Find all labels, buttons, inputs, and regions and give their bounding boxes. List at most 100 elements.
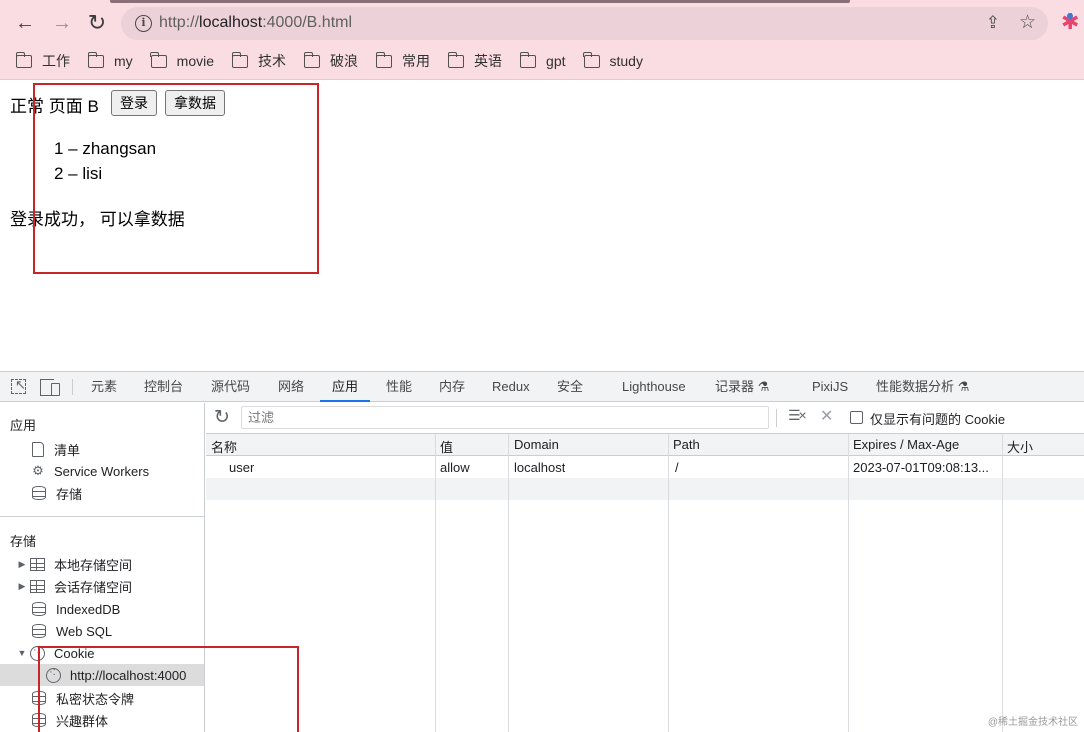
document-icon (32, 441, 44, 457)
only-issues-checkbox[interactable] (850, 411, 863, 424)
tab-indicator (110, 0, 850, 3)
tab-performance-insights[interactable]: 性能数据分析 ⚗ (876, 372, 969, 402)
bookmarks-bar: 工作 my movie 技术 破浪 常用 英语 gpt study (15, 51, 661, 71)
column-header-value[interactable]: 值 (440, 437, 453, 456)
column-header-name[interactable]: 名称 (211, 437, 237, 456)
sidebar-item-local-storage[interactable]: ▶ 本地存储空间 (16, 553, 132, 575)
sidebar-item-label: Service Workers (54, 463, 150, 479)
folder-icon (375, 51, 393, 68)
tab-lighthouse[interactable]: Lighthouse (622, 372, 686, 402)
bookmark-folder[interactable]: 工作 (15, 51, 70, 71)
column-divider[interactable] (1002, 434, 1003, 732)
sidebar-item-label: 存储 (56, 486, 83, 502)
bookmark-folder[interactable]: study (583, 51, 643, 69)
devtools-tab-bar: 元素 控制台 源代码 网络 应用 性能 内存 Redux 安全 Lighthou… (0, 372, 1084, 402)
reload-button[interactable]: ↻ (84, 10, 110, 36)
annotation-box (33, 83, 319, 274)
bookmark-folder[interactable]: gpt (519, 51, 566, 69)
tab-network[interactable]: 网络 (278, 372, 304, 402)
cookie-table: 名称 值 Domain Path Expires / Max-Age 大小 us… (206, 434, 1084, 732)
sidebar-item-session-storage[interactable]: ▶ 会话存储空间 (16, 575, 132, 597)
bookmark-label: 技术 (258, 53, 287, 69)
folder-icon (447, 51, 465, 68)
sidebar-item-storage[interactable]: 存储 (32, 482, 82, 504)
tab-console[interactable]: 控制台 (144, 372, 183, 402)
tab-memory[interactable]: 内存 (439, 372, 465, 402)
url-text[interactable]: http://localhost:4000/B.html (159, 14, 352, 32)
bookmark-folder[interactable]: 英语 (447, 51, 503, 71)
folder-icon (519, 51, 537, 68)
column-header-path[interactable]: Path (673, 437, 700, 452)
sidebar-item-label: 本地存储空间 (54, 557, 133, 573)
device-toolbar-icon[interactable] (40, 379, 60, 396)
expand-arrow-icon[interactable]: ▶ (16, 581, 28, 592)
sidebar-item-label: Web SQL (56, 623, 113, 639)
refresh-icon[interactable]: ↻ (214, 406, 230, 429)
cookie-value-cell: allow (440, 460, 470, 475)
sidebar-item-manifest[interactable]: 清单 (32, 438, 80, 460)
tab-application[interactable]: 应用 (320, 372, 371, 402)
column-divider[interactable] (435, 434, 436, 732)
forward-button[interactable]: → (49, 10, 75, 36)
folder-icon (303, 51, 321, 68)
url-host: localhost (199, 14, 263, 31)
application-sidebar: 应用 清单 ⚙ Service Workers 存储 存储 ▶ 本地存储空间 ▶ 会话… (0, 403, 299, 732)
column-header-size[interactable]: 大小 (1007, 437, 1033, 456)
site-info-icon[interactable]: i (135, 15, 152, 32)
clear-filtered-icon[interactable]: ☰× (788, 407, 807, 424)
extension-icon[interactable]: ✱ (1061, 10, 1079, 34)
bookmark-folder[interactable]: movie (150, 51, 214, 69)
delete-icon[interactable]: ✕ (820, 406, 833, 426)
inspect-element-icon[interactable] (11, 377, 26, 394)
bookmark-folder[interactable]: 常用 (375, 51, 431, 71)
sidebar-item-service-workers[interactable]: ⚙ Service Workers (30, 460, 149, 482)
column-header-domain[interactable]: Domain (514, 437, 559, 452)
filter-input[interactable] (241, 406, 769, 429)
url-scheme: http:// (159, 14, 200, 31)
toolbar-divider (72, 379, 73, 395)
bookmark-folder[interactable]: 技术 (231, 51, 287, 71)
column-divider[interactable] (848, 434, 849, 732)
sidebar-item-label: 清单 (54, 442, 81, 458)
bookmark-label: 常用 (402, 53, 431, 69)
sidebar-item-label: 会话存储空间 (54, 579, 133, 595)
gear-icon: ⚙ (32, 463, 44, 478)
page-content: 正常 页面 B 登录 拿数据 1 – zhangsan 2 – lisi 登录成… (0, 80, 1084, 371)
tab-elements[interactable]: 元素 (91, 372, 117, 402)
tab-performance[interactable]: 性能 (386, 372, 412, 402)
back-button[interactable]: ← (12, 10, 38, 36)
cookie-toolbar: ↻ ☰× ✕ 仅显示有问题的 Cookie (206, 403, 1084, 434)
database-icon (32, 602, 46, 616)
address-bar[interactable]: i http://localhost:4000/B.html ⇪ ☆ (121, 7, 1048, 40)
toolbar-divider (776, 409, 777, 427)
bookmark-star-icon[interactable]: ☆ (1019, 11, 1036, 34)
sidebar-item-indexeddb[interactable]: IndexedDB (32, 598, 120, 620)
sidebar-divider (0, 516, 204, 517)
bookmark-folder[interactable]: 破浪 (303, 51, 358, 71)
database-icon (32, 624, 46, 638)
folder-icon (15, 51, 32, 68)
table-row-empty (206, 478, 1084, 500)
table-row[interactable]: user allow localhost / 2023-07-01T09:08:… (206, 456, 1084, 478)
cookie-expires-cell: 2023-07-01T09:08:13... (853, 460, 989, 475)
sidebar-item-web-sql[interactable]: Web SQL (32, 620, 112, 642)
bookmark-label: 英语 (474, 53, 503, 69)
bookmark-folder[interactable]: my (87, 51, 133, 69)
bookmark-label: my (114, 53, 133, 69)
sidebar-section-storage: 存储 (10, 534, 37, 549)
bookmark-label: study (609, 53, 643, 69)
tab-sources[interactable]: 源代码 (211, 372, 250, 402)
url-path: :4000/B.html (262, 14, 353, 31)
tab-redux[interactable]: Redux (492, 372, 530, 402)
tab-recorder[interactable]: 记录器 ⚗ (715, 372, 769, 402)
column-divider[interactable] (668, 434, 669, 732)
browser-toolbar: ← → ↻ i http://localhost:4000/B.html ⇪ ☆… (0, 0, 1084, 80)
expand-arrow-icon[interactable]: ▶ (16, 559, 28, 570)
tab-security[interactable]: 安全 (557, 372, 583, 402)
column-header-expires[interactable]: Expires / Max-Age (853, 437, 959, 452)
folder-icon (87, 51, 104, 68)
column-divider[interactable] (508, 434, 509, 732)
share-icon[interactable]: ⇪ (986, 13, 1000, 33)
tab-pixijs[interactable]: PixiJS (812, 372, 848, 402)
collapse-arrow-icon[interactable]: ▼ (16, 648, 28, 658)
